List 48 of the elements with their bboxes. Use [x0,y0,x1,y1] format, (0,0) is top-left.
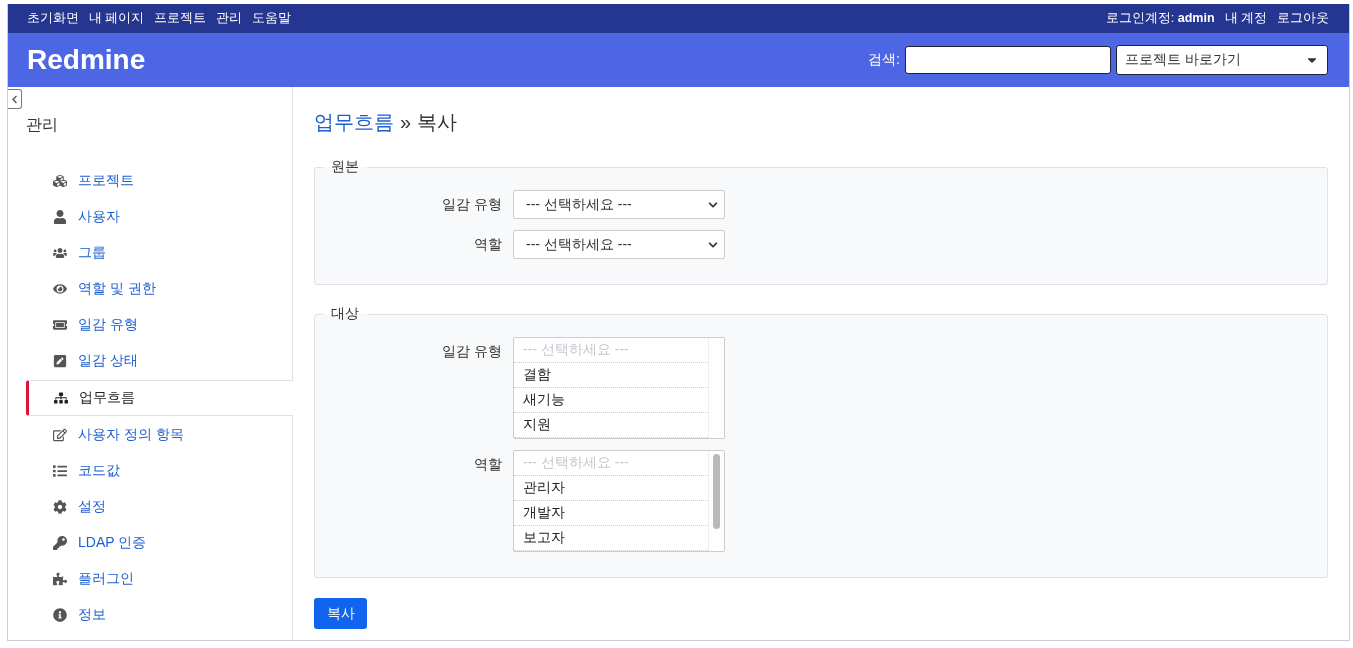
account-link[interactable]: 내 계정 [1224,10,1267,27]
top-menu-link[interactable]: 프로젝트 [154,10,207,27]
fieldset-legend: 대상 [323,305,367,323]
top-menu-link[interactable]: 도움말 [252,10,292,27]
info-icon [52,608,68,622]
ticket-icon [52,318,68,332]
top-menu-link[interactable]: 관리 [216,10,243,27]
list-option[interactable]: 개발자 [514,501,708,526]
cubes-icon [52,174,68,188]
chevron-left-icon [10,94,19,104]
edit-icon [52,428,68,442]
select-dropdown[interactable]: --- 선택하세요 --- [513,230,725,259]
list-option[interactable]: 관리자 [514,476,708,501]
sidebar-item[interactable]: 업무흐름 [26,380,293,416]
list-option[interactable]: 결함 [514,363,708,388]
page-title: » 복사 [400,110,457,135]
key-icon [52,536,68,550]
collapse-sidebar-button[interactable] [8,89,22,109]
puzzle-icon [52,572,68,586]
chevron-down-icon [708,199,718,210]
eye-icon [52,282,68,296]
project-jump-dropdown[interactable]: 프로젝트 바로가기 [1116,45,1328,75]
settings-icon [52,500,68,514]
select-dropdown[interactable]: --- 선택하세요 --- [513,190,725,219]
top-menu-link[interactable]: 초기화면 [27,10,79,27]
site-title: Redmine [27,44,146,76]
account-link[interactable]: 로그아웃 [1277,10,1329,27]
top-menu-link[interactable]: 내 페이지 [89,10,145,27]
copy-button[interactable]: 복사 [314,598,367,629]
field-label: 역할 [473,235,502,254]
list-icon [52,464,68,478]
list-option[interactable]: 보고자 [514,526,708,551]
user-icon [52,210,68,224]
fieldset-legend: 원본 [323,158,367,176]
list-option[interactable]: 지원 [514,413,708,438]
chevron-down-icon [708,239,718,250]
field-label: 역할 [473,455,502,474]
list-option[interactable]: 새기능 [514,388,708,413]
users-icon [52,246,68,260]
search-label: 검색: [868,51,900,69]
field-label: 일감 유형 [441,342,502,361]
sidebar-title: 관리 [26,115,59,135]
sitemap-icon [53,391,69,405]
scrollbar-thumb[interactable] [713,454,720,529]
search-field[interactable] [905,46,1111,74]
breadcrumb-link[interactable]: 업무흐름 [314,109,394,136]
field-label: 일감 유형 [441,195,502,214]
logged-in-as: 로그인계정: admin [1105,10,1215,27]
